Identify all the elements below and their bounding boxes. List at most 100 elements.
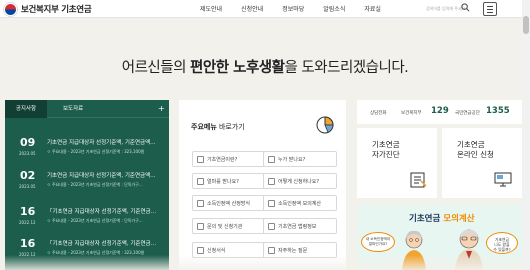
file-icon xyxy=(197,247,204,254)
menu-button-forms[interactable]: 신청서식 xyxy=(192,242,266,258)
scrollbar-track[interactable] xyxy=(522,0,530,270)
banner-title-accent: 모의계산 xyxy=(443,214,475,224)
notice-summary: ㅇ 주요내용 - 2023년 기초연금 선정기준액 : 323,100원 xyxy=(47,250,145,255)
notice-title: 「기초연금 지급대상자 선정기준액, 기준연금… xyxy=(47,209,157,215)
menu-button-label: 신청서식 xyxy=(207,248,226,254)
bubble-left-line2: 얼마인가요? xyxy=(368,242,388,246)
menu-button-label: 문의 및 신청기관 xyxy=(207,224,243,230)
scrollbar-thumb[interactable] xyxy=(523,16,529,34)
building-icon xyxy=(197,223,204,230)
tab-notice[interactable]: 공지사항 xyxy=(5,100,47,118)
contact-info-bar: 상담전화 보건복지부 129 국민연금공단 1355 xyxy=(357,100,522,124)
hero-slogan: 어르신들의 편안한 노후생활을 도와드리겠습니다. xyxy=(0,56,530,77)
notice-panel: 공지사항 보도자료 + 09 2023.05 기초연금 지급대상자 선정기준액,… xyxy=(5,100,169,270)
banner-title: 기초연금 모의계산 xyxy=(409,212,475,224)
notice-summary: ㅇ 주요내용 - 2023년 기초연금 선정기준액 : 단독가구… xyxy=(47,218,143,223)
form-icon xyxy=(268,178,275,185)
notice-day: 02 xyxy=(20,169,36,182)
menu-button-label: 소득인정액 산정방식 xyxy=(207,201,250,207)
contact-number-ministry[interactable]: 129 xyxy=(431,106,449,116)
notice-day: 16 xyxy=(20,205,36,218)
elderly-man-illustration xyxy=(455,229,483,270)
nav-item-apply[interactable]: 신청안내 xyxy=(241,4,263,13)
main-nav: 제도안내 신청안내 정보마당 알림소식 자료실 xyxy=(200,4,400,13)
menu-button-income-sim[interactable]: 소득인정액 모의계산 xyxy=(263,195,337,211)
hero-text-post: 을 도와드리겠습니다. xyxy=(284,60,409,76)
checklist-icon xyxy=(410,172,427,188)
notice-item[interactable]: 09 2023.05 기초연금 지급대상자 선정기준액, 기준연금액… ㅇ 주요… xyxy=(5,136,169,166)
nav-item-info[interactable]: 정보마당 xyxy=(282,4,304,13)
logo-text: 보건복지부 기초연금 xyxy=(21,5,92,15)
menu-button-law[interactable]: 기초연금 법령정보 xyxy=(263,218,337,234)
chart-icon xyxy=(268,200,275,207)
speech-bubble-left: 내 소득인정액이 얼마인가요? xyxy=(361,232,395,252)
banner-title-plain: 기초연금 xyxy=(409,214,444,224)
nav-item-system[interactable]: 제도안내 xyxy=(200,4,222,13)
menu-button-eligibility[interactable]: 누가 받나요? xyxy=(263,151,337,167)
menu-button-label: 기초연금 법령정보 xyxy=(278,224,317,230)
menu-toggle-button[interactable] xyxy=(483,2,497,16)
elderly-woman-illustration xyxy=(402,230,426,270)
online-apply-line1: 기초연금 xyxy=(457,140,485,149)
pie-chart-icon xyxy=(316,116,334,134)
notice-year-month: 2023.05 xyxy=(19,184,36,189)
coin-icon xyxy=(197,178,204,185)
menu-button-label: 얼마를 받나요? xyxy=(207,179,239,185)
contact-org-ministry: 보건복지부 xyxy=(401,111,422,116)
bubble-right-line3: 수 있을까? xyxy=(493,247,511,252)
question-icon xyxy=(268,247,275,254)
notice-title: 기초연금 지급대상자 선정기준액, 기준연금액… xyxy=(47,140,156,146)
notice-title: 기초연금 지급대상자 선정기준액, 기준연금액… xyxy=(47,173,156,179)
menu-button-label: 누가 받나요? xyxy=(278,157,306,163)
taeguk-emblem-icon xyxy=(4,2,17,16)
computer-icon xyxy=(494,172,512,187)
notice-year-month: 2023.05 xyxy=(19,151,36,156)
notice-tabs: 공지사항 보도자료 + xyxy=(5,100,169,118)
main-menu-title-rest: 바로가기 xyxy=(216,123,245,131)
notice-year-month: 2022.12 xyxy=(19,220,36,225)
menu-button-contact-agency[interactable]: 문의 및 신청기관 xyxy=(192,218,266,234)
menu-button-about[interactable]: 기초연금이란? xyxy=(192,151,266,167)
main-menu-title-bold: 주요메뉴 xyxy=(191,123,217,131)
menu-button-label: 기초연금이란? xyxy=(207,157,238,163)
menu-button-amount[interactable]: 얼마를 받나요? xyxy=(192,173,266,189)
self-check-title: 기초연금 자가진단 xyxy=(372,140,400,160)
speech-bubble-right: 기초연금 나도 받을 수 있을까? xyxy=(486,232,518,254)
self-check-line2: 자가진단 xyxy=(372,150,400,159)
more-plus-icon[interactable]: + xyxy=(158,105,165,113)
notice-item[interactable]: 02 2023.05 기초연금 지급대상자 선정기준액, 기준연금액… ㅇ 주요… xyxy=(5,169,169,199)
search-icon[interactable] xyxy=(461,3,470,12)
menu-button-income-method[interactable]: 소득인정액 산정방식 xyxy=(192,195,266,211)
self-check-tile[interactable]: 기초연금 자가진단 xyxy=(357,128,437,198)
tab-press[interactable]: 보도자료 xyxy=(63,100,83,118)
top-header: 보건복지부 기초연금 제도안내 신청안내 정보마당 알림소식 자료실 검색어를 … xyxy=(0,0,530,18)
notice-summary: ㅇ 주요내용 - 2023년 기초연금 선정기준액 : 단독가구… xyxy=(47,182,143,187)
site-logo[interactable]: 보건복지부 기초연금 xyxy=(4,2,92,16)
menu-button-how-to-apply[interactable]: 어떻게 신청하나요? xyxy=(263,173,337,189)
notice-year-month: 2022.12 xyxy=(19,252,36,257)
notice-day: 16 xyxy=(20,237,36,250)
simulation-banner[interactable]: 기초연금 모의계산 내 소득인정액이 얼마인가요? 기초연금 나도 받을 수 있… xyxy=(357,205,522,270)
notice-summary: ㅇ 주요내용 - 2023년 기초연금 선정기준액 : 323,100원 xyxy=(47,149,145,154)
main-menu-title: 주요메뉴 바로가기 xyxy=(191,122,245,132)
document-icon xyxy=(197,156,204,163)
notice-item[interactable]: 16 2022.12 「기초연금 지급대상자 선정기준액, 기준연금… ㅇ 주요… xyxy=(5,205,169,235)
calculator-icon xyxy=(197,200,204,207)
menu-button-label: 자주하는 질문 xyxy=(278,248,308,254)
nav-item-news[interactable]: 알림소식 xyxy=(323,4,345,13)
menu-button-faq[interactable]: 자주하는 질문 xyxy=(263,242,337,258)
nav-item-library[interactable]: 자료실 xyxy=(364,4,381,13)
notice-day: 09 xyxy=(20,136,36,149)
menu-button-label: 어떻게 신청하나요? xyxy=(278,179,320,185)
hero-text-emphasis: 편안한 노후생활 xyxy=(190,60,285,76)
contact-number-nps[interactable]: 1355 xyxy=(486,106,510,116)
notice-item[interactable]: 16 2022.12 「기초연금 지급대상자 선정기준액, 기준연금… ㅇ 주요… xyxy=(5,237,169,267)
online-apply-line2: 온라인 신청 xyxy=(457,150,494,159)
online-apply-tile[interactable]: 기초연금 온라인 신청 xyxy=(442,128,522,198)
hero-text-pre: 어르신들의 xyxy=(121,60,191,76)
notice-title: 「기초연금 지급대상자 선정기준액, 기준연금… xyxy=(47,241,157,247)
online-apply-title: 기초연금 온라인 신청 xyxy=(457,140,494,160)
contact-org-nps: 국민연금공단 xyxy=(455,111,480,116)
person-icon xyxy=(268,156,275,163)
menu-button-label: 소득인정액 모의계산 xyxy=(278,201,321,207)
